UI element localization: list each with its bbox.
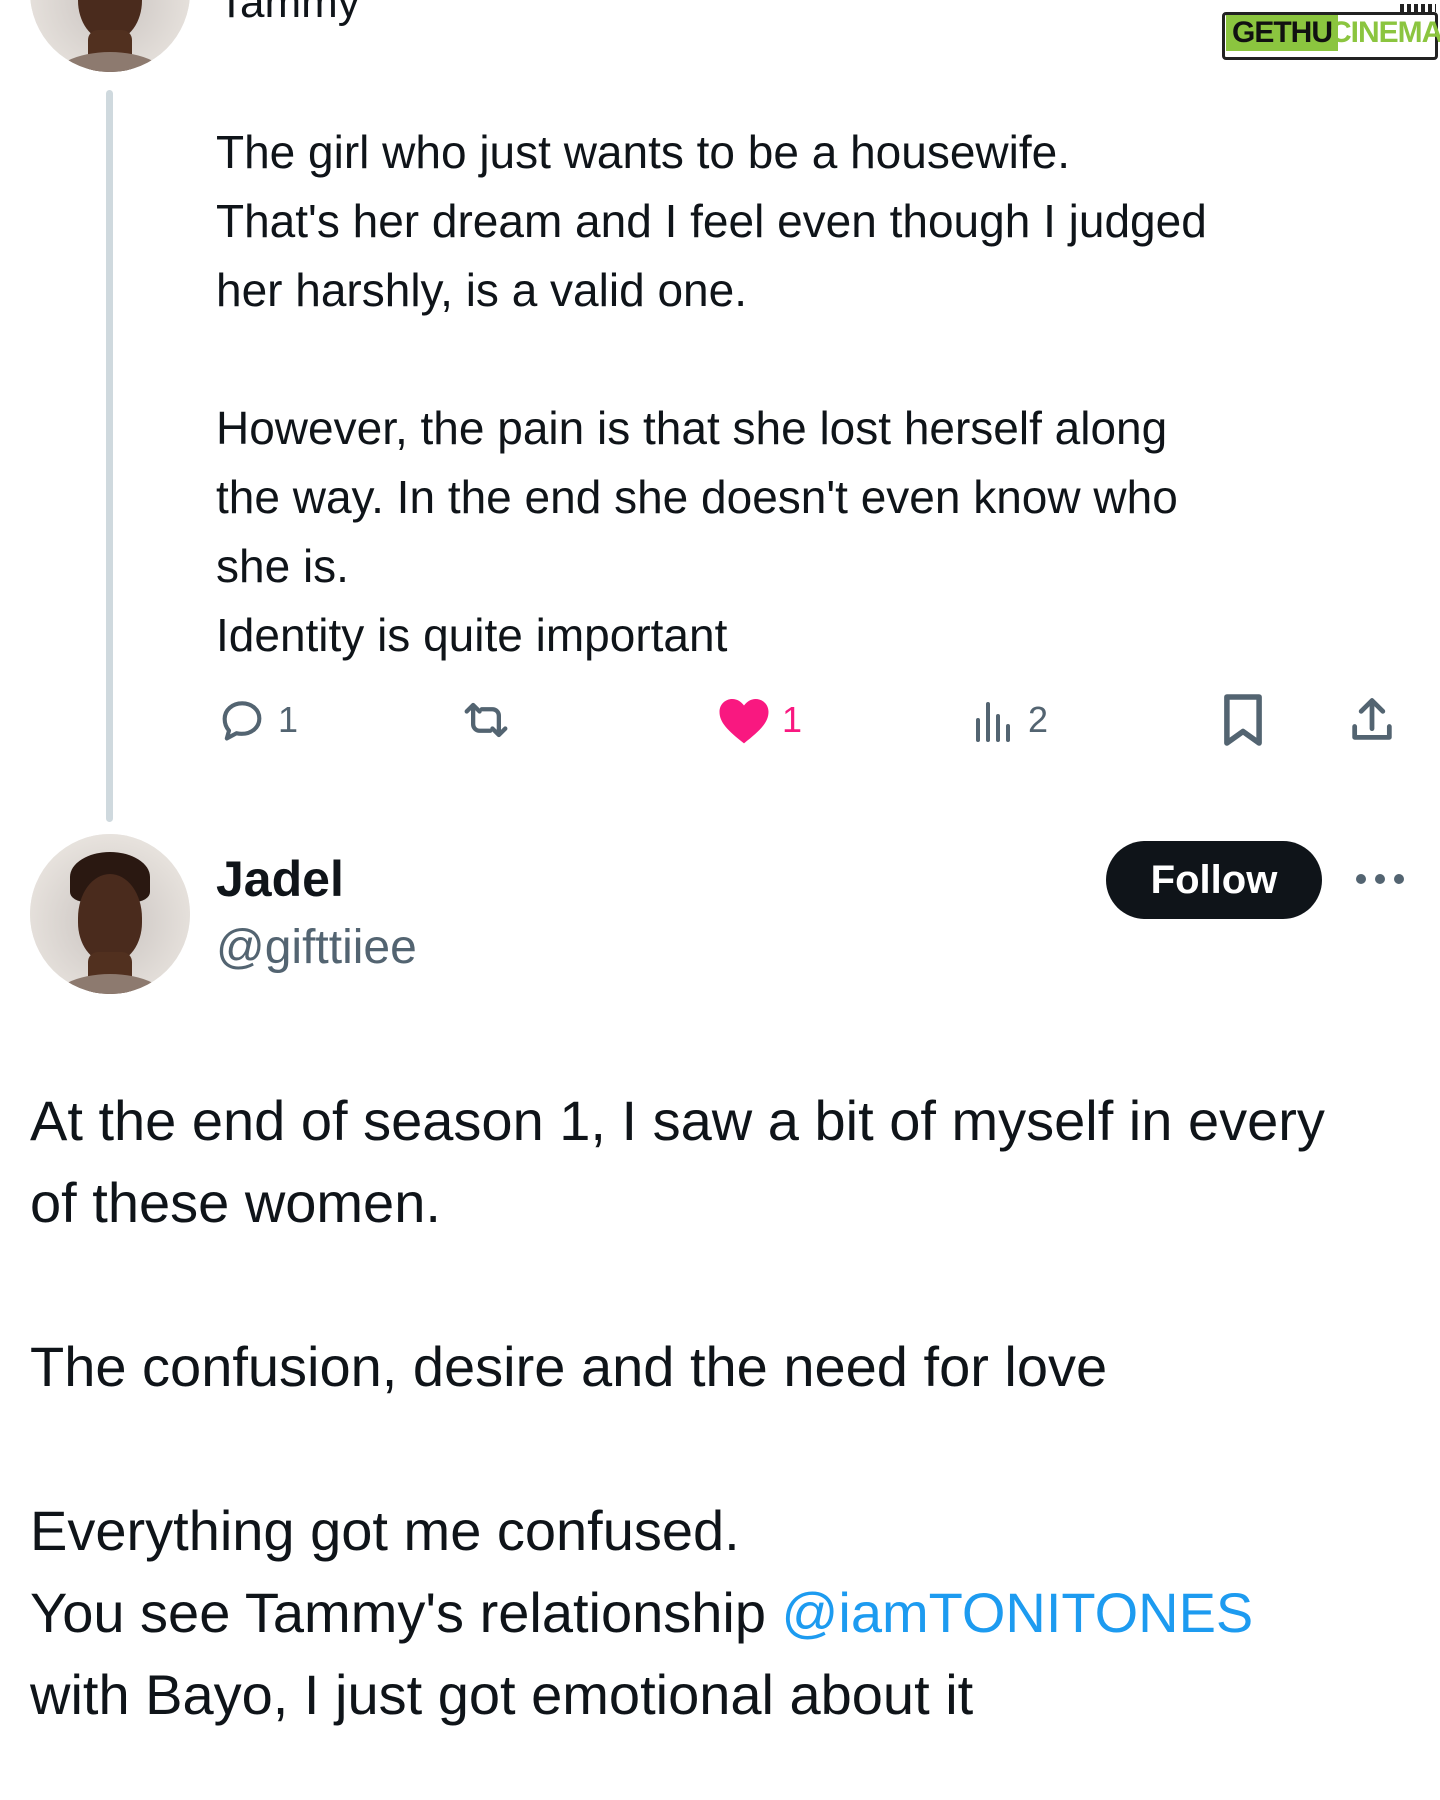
- avatar-tammy[interactable]: [30, 0, 190, 72]
- watermark-text-1: GETHU: [1226, 15, 1338, 51]
- reply-icon: [222, 701, 262, 741]
- mention-link[interactable]: @iamTONITONES: [782, 1581, 1254, 1644]
- tweet-line: Identity is quite important: [216, 609, 728, 661]
- tweet-line: The confusion, desire and the need for l…: [30, 1335, 1108, 1398]
- tweet-action-bar: 1 1 2: [216, 690, 1406, 750]
- tweet-line: of these women.: [30, 1171, 441, 1234]
- share-button[interactable]: [1346, 690, 1398, 750]
- tweet-line: The girl who just wants to be a housewif…: [216, 126, 1071, 178]
- tweet-line: Everything got me confused.: [30, 1499, 740, 1562]
- tweet-line: At the end of season 1, I saw a bit of m…: [30, 1089, 1325, 1152]
- avatar-jadel[interactable]: [30, 834, 190, 994]
- views-icon: [976, 702, 1010, 742]
- bookmark-icon: [1224, 694, 1262, 746]
- tweet-line: However, the pain is that she lost herse…: [216, 402, 1168, 454]
- tweet-line: with Bayo, I just got emotional about it: [30, 1663, 974, 1726]
- views-button[interactable]: 2: [970, 690, 1048, 750]
- reply-count: 1: [278, 699, 299, 740]
- author-name-jadel[interactable]: Jadel: [216, 850, 344, 908]
- tweet-line: That's her dream and I feel even though …: [216, 195, 1207, 247]
- tweet-line: her harshly, is a valid one.: [216, 264, 747, 316]
- views-count: 2: [1028, 699, 1049, 740]
- reply-button[interactable]: 1: [216, 690, 298, 750]
- film-strip-icon: [1400, 4, 1436, 12]
- reply-tweet-text: At the end of season 1, I saw a bit of m…: [30, 1080, 1410, 1736]
- bookmark-button[interactable]: [1220, 690, 1266, 750]
- tweet-text: The girl who just wants to be a housewif…: [216, 118, 1396, 670]
- tweet-line: You see Tammy's relationship @iamTONITON…: [30, 1572, 1410, 1654]
- tweet-text-segment: You see Tammy's relationship: [30, 1581, 782, 1644]
- tweet-line: she is.: [216, 540, 349, 592]
- tweet-line: the way. In the end she doesn't even kno…: [216, 471, 1178, 523]
- share-icon: [1352, 698, 1392, 740]
- author-handle[interactable]: @gifttiiee: [216, 920, 417, 975]
- like-button[interactable]: 1: [716, 690, 802, 750]
- follow-button[interactable]: Follow: [1106, 841, 1322, 919]
- retweet-button[interactable]: [456, 690, 516, 750]
- author-name-tammy[interactable]: Tammy: [218, 0, 360, 28]
- more-options-icon[interactable]: [1356, 866, 1404, 892]
- thread-connector-line: [106, 90, 113, 822]
- heart-icon: [719, 699, 769, 744]
- retweet-icon: [464, 702, 508, 738]
- watermark-logo: GETHU CINEMA: [1222, 4, 1440, 64]
- watermark-text-2: CINEMA: [1330, 16, 1440, 49]
- like-count: 1: [782, 699, 803, 740]
